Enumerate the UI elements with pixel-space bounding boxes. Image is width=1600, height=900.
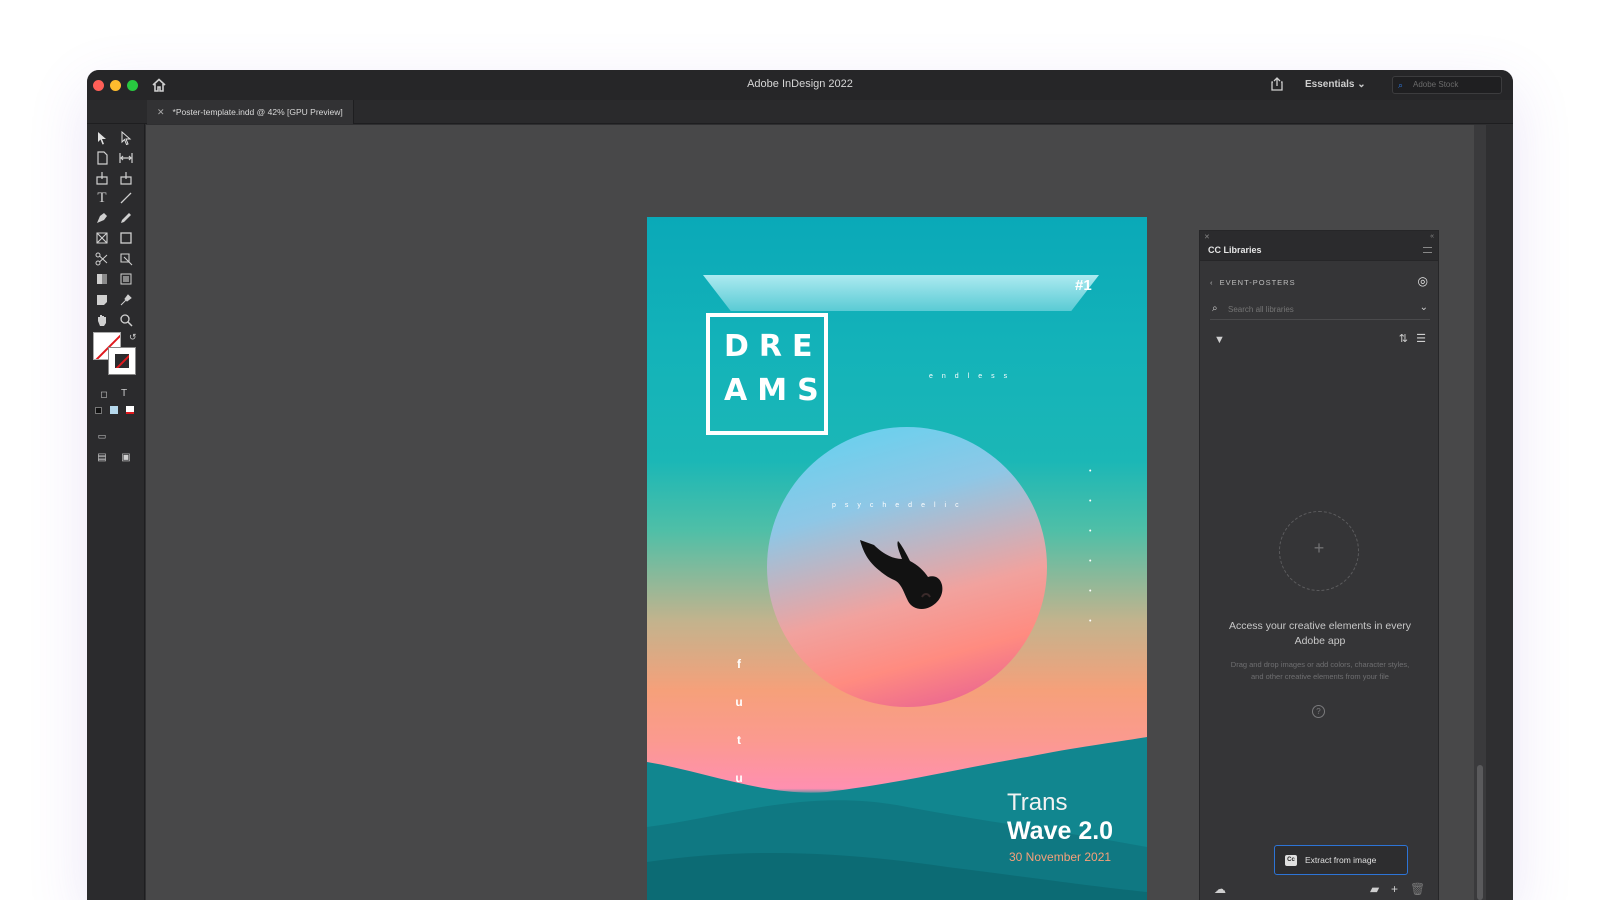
add-content-icon[interactable]: + (1391, 882, 1398, 896)
swap-fill-stroke-icon[interactable]: ↺ (129, 332, 137, 343)
app-window: Adobe InDesign 2022 Essentials ⌄ ⌕ Adobe… (87, 70, 1513, 900)
panel-menu-icon[interactable] (1423, 247, 1432, 253)
tiny-text-endless: endless (929, 373, 1017, 380)
search-icon: ⌕ (1212, 303, 1218, 314)
document-tab[interactable]: ✕ *Poster-template.indd @ 42% [GPU Previ… (147, 100, 354, 124)
content-placer-tool-icon[interactable] (117, 170, 135, 186)
vertical-scrollbar[interactable] (1474, 125, 1486, 900)
page-tool-icon[interactable] (93, 150, 111, 166)
apply-none-icon[interactable] (121, 404, 139, 420)
free-transform-tool-icon[interactable] (117, 251, 135, 267)
stroke-swatch[interactable] (108, 347, 136, 375)
filter-icon[interactable]: ▼ (1214, 334, 1225, 346)
gradient-feather-tool-icon[interactable] (117, 271, 135, 287)
vertical-dots-right: • • • • • • (1089, 468, 1092, 625)
note-tool-icon[interactable] (93, 292, 111, 308)
type-tool-icon[interactable]: T (93, 190, 111, 206)
library-search-input[interactable] (1228, 302, 1408, 316)
window-title: Adobe InDesign 2022 (747, 78, 853, 90)
title-bar: Adobe InDesign 2022 Essentials ⌄ ⌕ Adobe… (87, 70, 1513, 100)
panel-header: ✕ « CC Libraries (1200, 231, 1438, 261)
letter-u: u (735, 695, 743, 709)
hand-tool-icon[interactable] (93, 312, 111, 328)
panel-tab-cc-libraries[interactable]: CC Libraries (1208, 245, 1262, 255)
selection-tool-icon[interactable] (93, 130, 111, 146)
panel-footer: ☁ ▰ + 🗑 (1200, 876, 1438, 900)
share-icon[interactable] (1269, 76, 1285, 92)
document-canvas[interactable]: #1 DRE AMS endless psychedelic • • • • • • f … (146, 125, 1474, 900)
poster-wave-text: Wave 2.0 (1007, 817, 1114, 845)
pen-tool-icon[interactable] (93, 210, 111, 226)
direct-selection-tool-icon[interactable] (117, 130, 135, 146)
formatting-container-icon[interactable]: ◻ (95, 386, 113, 402)
panel-collapse-icon[interactable]: « (1430, 233, 1434, 240)
content-collector-tool-icon[interactable] (93, 170, 111, 186)
collaborators-icon[interactable]: ◎ (1418, 274, 1428, 288)
back-chevron-icon[interactable]: ‹ (1210, 278, 1214, 287)
glass-shape (703, 275, 1099, 311)
sort-icon[interactable]: ⇅ (1399, 332, 1408, 345)
cc-badge-icon: Cc (1285, 854, 1297, 866)
tiny-text-psychedelic: psychedelic (832, 502, 968, 509)
scrollbar-thumb[interactable] (1477, 765, 1483, 900)
eyedropper-tool-icon[interactable] (117, 292, 135, 308)
normal-view-icon[interactable]: ▤ (93, 450, 111, 466)
formatting-text-icon[interactable]: T (115, 386, 133, 402)
folder-icon[interactable]: ▰ (1370, 882, 1379, 896)
cc-libraries-panel: ✕ « CC Libraries ‹ EVENT-POSTERS ◎ ⌕ ⌄ ▼… (1199, 230, 1439, 900)
empty-state-heading: Access your creative elements in every A… (1228, 620, 1412, 647)
empty-state-description: Drag and drop images or add colors, char… (1230, 660, 1410, 681)
poster-trans-text: Trans (1007, 789, 1068, 816)
dreams-line-1: DRE (724, 329, 823, 364)
delete-icon[interactable]: 🗑 (1410, 882, 1425, 896)
line-tool-icon[interactable] (117, 190, 135, 206)
poster-artwork[interactable]: #1 DRE AMS endless psychedelic • • • • • • f … (647, 217, 1147, 900)
poster-number: #1 (1075, 277, 1092, 294)
poster-date: 30 November 2021 (1009, 850, 1112, 864)
search-scope-dropdown-icon[interactable]: ⌄ (1420, 302, 1428, 313)
plus-icon: + (1313, 538, 1325, 558)
gradient-swatch-tool-icon[interactable] (93, 271, 111, 287)
library-name: EVENT-POSTERS (1219, 278, 1296, 287)
dreams-box: DRE AMS (706, 313, 828, 435)
rectangle-frame-tool-icon[interactable] (93, 230, 111, 246)
document-tab-label: *Poster-template.indd @ 42% [GPU Preview… (172, 107, 343, 117)
workspace-switcher[interactable]: Essentials ⌄ (1305, 79, 1366, 90)
cloud-sync-icon[interactable]: ☁ (1214, 882, 1226, 896)
rectangle-tool-icon[interactable] (117, 230, 135, 246)
letter-f: f (737, 657, 741, 671)
add-element-circle[interactable]: + (1279, 511, 1359, 591)
scissors-tool-icon[interactable] (93, 251, 111, 267)
help-icon[interactable]: ? (1312, 705, 1325, 718)
falling-figure (860, 540, 943, 609)
library-breadcrumb[interactable]: ‹ EVENT-POSTERS (1210, 278, 1296, 287)
extract-label: Extract from image (1305, 855, 1377, 865)
document-tab-bar: ✕ *Poster-template.indd @ 42% [GPU Previ… (87, 100, 1513, 124)
fill-stroke-swatch[interactable]: ↺ (93, 332, 139, 376)
zoom-tool-icon[interactable] (117, 312, 135, 328)
adobe-stock-search[interactable]: ⌕ Adobe Stock (1392, 76, 1502, 94)
tools-panel: T ↺ ◻ T ▭ ▤ ▣ (87, 124, 145, 900)
extract-from-image-button[interactable]: Cc Extract from image (1274, 845, 1408, 875)
workspace-label: Essentials (1305, 79, 1355, 90)
stock-search-placeholder: Adobe Stock (1413, 80, 1459, 89)
library-search: ⌕ ⌄ (1210, 300, 1430, 320)
screen-mode-icon[interactable]: ▭ (93, 428, 111, 444)
stock-search-icon: ⌕ (1398, 80, 1404, 90)
gap-tool-icon[interactable] (117, 150, 135, 166)
preview-mode-icon[interactable]: ▣ (117, 450, 135, 466)
list-view-icon[interactable]: ☰ (1416, 332, 1426, 345)
close-tab-icon[interactable]: ✕ (157, 107, 165, 118)
chevron-down-icon: ⌄ (1357, 79, 1366, 90)
dreams-line-2: AMS (724, 373, 829, 408)
panel-close-icon[interactable]: ✕ (1204, 233, 1210, 241)
pencil-tool-icon[interactable] (117, 210, 135, 226)
